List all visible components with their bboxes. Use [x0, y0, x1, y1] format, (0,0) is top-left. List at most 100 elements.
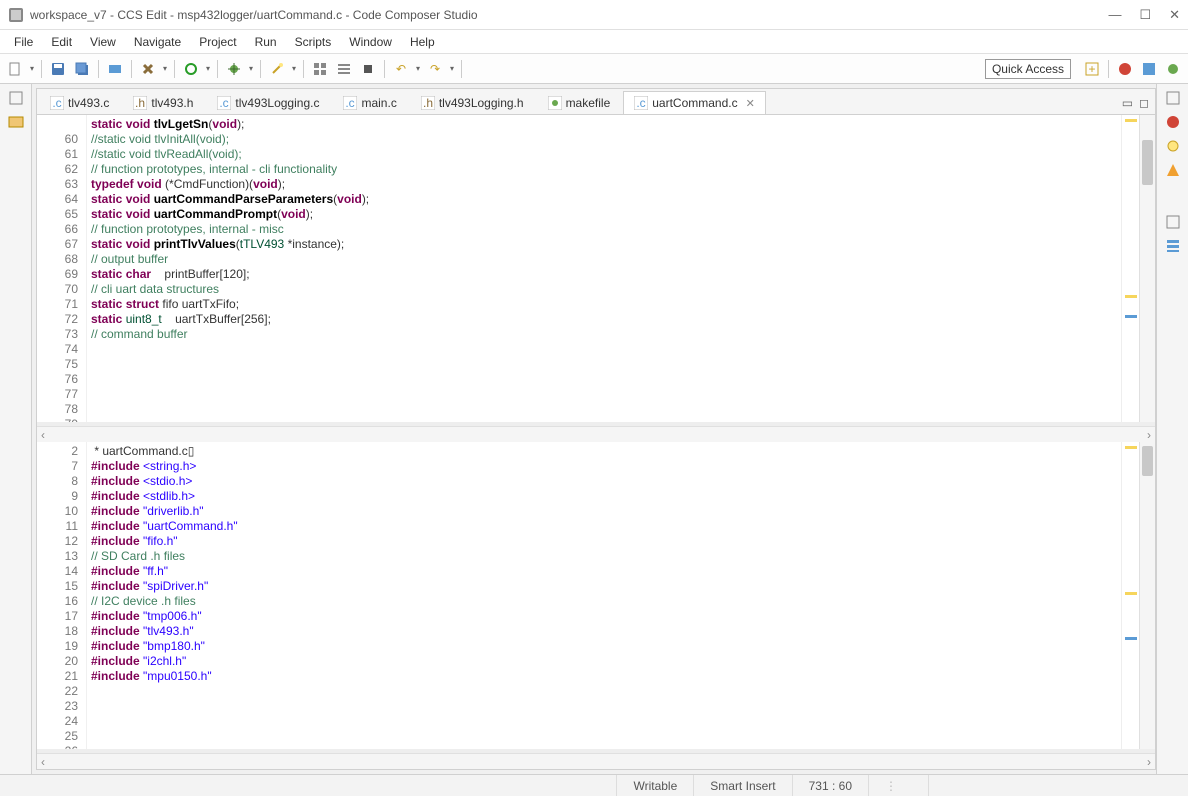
window-title: workspace_v7 - CCS Edit - msp432logger/u…: [30, 8, 1108, 22]
menu-scripts[interactable]: Scripts: [287, 33, 340, 51]
editor-tab-main-c[interactable]: .c main.c: [332, 91, 407, 114]
editor-pane-top: 6061626364656667686970717273747576777879…: [37, 115, 1155, 426]
menu-view[interactable]: View: [82, 33, 124, 51]
debug-button[interactable]: [223, 58, 245, 80]
new-dropdown[interactable]: ▾: [28, 64, 36, 73]
tab-label: tlv493Logging.c: [235, 96, 319, 110]
toolbar: ▾ ▾ ▾ ▾ ▾ ↶▾ ↷▾ Quick Access +: [0, 54, 1188, 84]
save-all-button[interactable]: [71, 58, 93, 80]
editor-tab-tlv493Logging-h[interactable]: .h tlv493Logging.h: [410, 91, 535, 114]
debug-perspective[interactable]: [1162, 58, 1184, 80]
open-perspective-button[interactable]: +: [1081, 58, 1103, 80]
overview-ruler-bottom[interactable]: [1121, 442, 1139, 749]
line-gutter-bottom: 27891011121314151617181920212223242526: [37, 442, 87, 749]
new-button[interactable]: [4, 58, 26, 80]
tab-label: uartCommand.c: [652, 96, 737, 110]
minimize-button[interactable]: —: [1108, 7, 1121, 23]
project-explorer-icon[interactable]: [8, 114, 24, 130]
tab-label: makefile: [566, 96, 611, 110]
target-config-icon[interactable]: [1165, 114, 1181, 130]
status-handle: ⋮: [868, 775, 928, 796]
wand-button[interactable]: [266, 58, 288, 80]
maximize-button[interactable]: ☐: [1139, 7, 1151, 23]
restore-right2-icon[interactable]: [1165, 214, 1181, 230]
outline-icon[interactable]: [1165, 238, 1181, 254]
ccs-edit-perspective[interactable]: [1138, 58, 1160, 80]
editor-pane-bottom: 27891011121314151617181920212223242526 +…: [37, 442, 1155, 753]
file-icon: .h: [421, 96, 435, 110]
vscrollbar-top[interactable]: [1139, 115, 1155, 422]
code-area-top[interactable]: static void tlvLgetSn(void);+//static vo…: [87, 115, 1121, 422]
line-gutter-top: 6061626364656667686970717273747576777879: [37, 115, 87, 422]
svg-text:.c: .c: [52, 96, 61, 110]
menu-run[interactable]: Run: [247, 33, 285, 51]
statusbar: Writable Smart Insert 731 : 60 ⋮: [0, 774, 1188, 796]
menubar: FileEditViewNavigateProjectRunScriptsWin…: [0, 30, 1188, 54]
menu-edit[interactable]: Edit: [43, 33, 80, 51]
refresh-button[interactable]: [180, 58, 202, 80]
toggle-breakpoint-button[interactable]: [104, 58, 126, 80]
restore-icon[interactable]: [8, 90, 24, 106]
status-writable: Writable: [616, 775, 693, 796]
titlebar: workspace_v7 - CCS Edit - msp432logger/u…: [0, 0, 1188, 30]
svg-text:.c: .c: [346, 96, 355, 110]
vscrollbar-bottom[interactable]: [1139, 442, 1155, 749]
restore-right-icon[interactable]: [1165, 90, 1181, 106]
svg-text:+: +: [1088, 62, 1095, 76]
code-area-bottom[interactable]: + * uartCommand.c▯#include <string.h>#in…: [87, 442, 1121, 749]
tab-controls: ▭ ◻: [1116, 92, 1155, 114]
back-button[interactable]: ↶: [390, 58, 412, 80]
window-controls: — ☐ ✕: [1108, 7, 1180, 23]
app-icon: [8, 7, 24, 23]
overview-ruler-top[interactable]: [1121, 115, 1139, 422]
tab-label: tlv493Logging.h: [439, 96, 524, 110]
file-icon: [548, 96, 562, 110]
forward-button[interactable]: ↷: [424, 58, 446, 80]
list-button[interactable]: [333, 58, 355, 80]
tab-label: main.c: [361, 96, 396, 110]
file-icon: .c: [634, 96, 648, 110]
svg-text:.h: .h: [423, 96, 433, 110]
file-icon: .c: [343, 96, 357, 110]
tab-close-icon[interactable]: ✕: [746, 97, 755, 110]
hscrollbar-bottom[interactable]: ‹›: [37, 753, 1155, 769]
file-icon: .c: [217, 96, 231, 110]
stop-icon[interactable]: [1114, 58, 1136, 80]
editor-tab-tlv493Logging-c[interactable]: .c tlv493Logging.c: [206, 91, 330, 114]
menu-navigate[interactable]: Navigate: [126, 33, 189, 51]
split-editor: 6061626364656667686970717273747576777879…: [37, 115, 1155, 769]
status-cursor-pos: 731 : 60: [792, 775, 868, 796]
editor-tabs: .ctlv493.c .h tlv493.h .c tlv493Logging.c .c m…: [37, 89, 1155, 115]
menu-window[interactable]: Window: [341, 33, 400, 51]
hscrollbar-top[interactable]: ‹›: [37, 426, 1155, 442]
getting-started-icon[interactable]: [1165, 162, 1181, 178]
editor-tab-tlv493-h[interactable]: .h tlv493.h: [122, 91, 204, 114]
editor-tab-uartCommand-c[interactable]: .c uartCommand.c ✕: [623, 91, 766, 114]
perspective-switcher: +: [1081, 58, 1184, 80]
grid-button[interactable]: [309, 58, 331, 80]
chip-button[interactable]: [357, 58, 379, 80]
maximize-view-icon[interactable]: ◻: [1139, 96, 1149, 110]
svg-text:.c: .c: [637, 96, 646, 110]
quick-access-field[interactable]: Quick Access: [985, 59, 1071, 79]
svg-text:.h: .h: [135, 96, 145, 110]
close-button[interactable]: ✕: [1169, 7, 1180, 23]
menu-help[interactable]: Help: [402, 33, 443, 51]
editor-tab-makefile[interactable]: makefile: [537, 91, 622, 114]
file-icon: .c: [50, 96, 64, 110]
advice-icon[interactable]: [1165, 138, 1181, 154]
right-trim: [1156, 84, 1188, 774]
build-dropdown[interactable]: ▾: [161, 64, 169, 73]
svg-text:.c: .c: [220, 96, 229, 110]
main-area: .ctlv493.c .h tlv493.h .c tlv493Logging.c .c m…: [0, 84, 1188, 774]
editor-tab-tlv493-c[interactable]: .ctlv493.c: [39, 91, 120, 114]
menu-file[interactable]: File: [6, 33, 41, 51]
menu-project[interactable]: Project: [191, 33, 244, 51]
tab-label: tlv493.h: [151, 96, 193, 110]
status-insert-mode: Smart Insert: [693, 775, 791, 796]
build-button[interactable]: [137, 58, 159, 80]
file-icon: .h: [133, 96, 147, 110]
save-button[interactable]: [47, 58, 69, 80]
editor-region: .ctlv493.c .h tlv493.h .c tlv493Logging.c .c m…: [36, 88, 1156, 770]
minimize-view-icon[interactable]: ▭: [1122, 96, 1133, 110]
